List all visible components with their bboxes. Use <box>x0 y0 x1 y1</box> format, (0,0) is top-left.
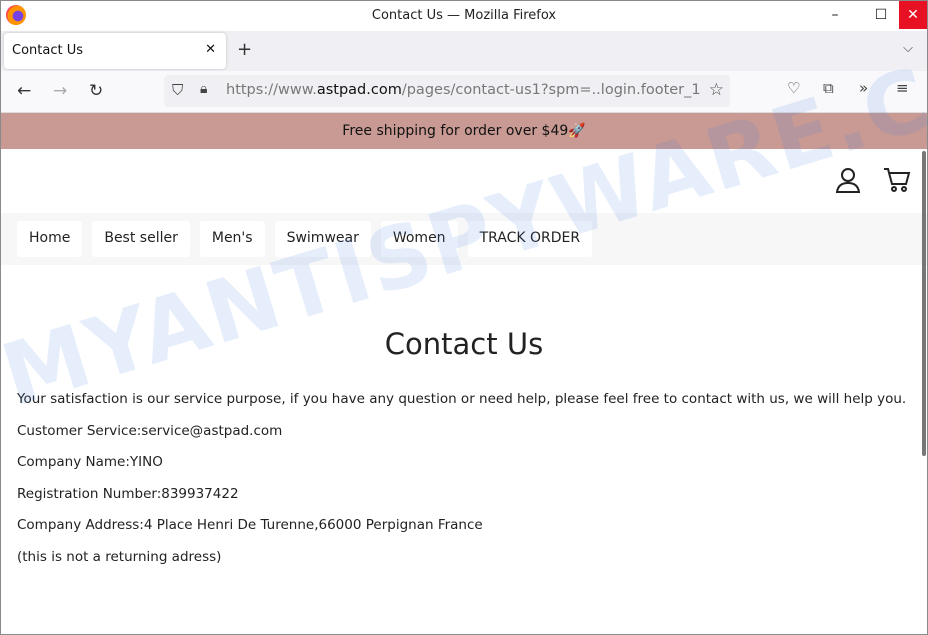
cart-icon[interactable] <box>883 167 911 199</box>
shipping-banner: Free shipping for order over $49🚀 <box>1 113 927 149</box>
menu-icon[interactable]: ≡ <box>896 79 909 97</box>
title-bar: Contact Us — Mozilla Firefox – ☐ ✕ <box>1 1 927 31</box>
extensions-icon[interactable]: ⧉ <box>823 79 834 97</box>
nav-bar: ← → ↻ ⛉ 🔒︎ https://www.astpad.com/pages/… <box>1 71 927 113</box>
menu-home[interactable]: Home <box>17 221 83 257</box>
close-window-button[interactable]: ✕ <box>899 1 927 29</box>
contact-content: Your satisfaction is our service purpose… <box>1 391 927 565</box>
address-note: (this is not a returning adress) <box>17 548 222 565</box>
company-name: Company Name:YINO <box>17 454 163 470</box>
maximize-button[interactable]: ☐ <box>865 1 897 29</box>
account-icon[interactable] <box>835 167 861 199</box>
menu-track-order[interactable]: TRACK ORDER <box>467 221 593 257</box>
menu-women[interactable]: Women <box>380 221 458 257</box>
tab-label: Contact Us <box>12 43 83 58</box>
overflow-icon[interactable]: » <box>859 79 868 97</box>
intro-text: Your satisfaction is our service purpose… <box>17 391 907 407</box>
menu-mens[interactable]: Men's <box>199 221 265 257</box>
menu-swimwear[interactable]: Swimwear <box>274 221 371 257</box>
customer-service: Customer Service:service@astpad.com <box>17 422 283 439</box>
back-icon[interactable]: ← <box>17 81 31 101</box>
company-address: Company Address:4 Place Henri De Turenne… <box>17 517 483 533</box>
reload-icon[interactable]: ↻ <box>89 81 103 101</box>
menu-best-seller[interactable]: Best seller <box>92 221 190 257</box>
page-title: Contact Us <box>384 327 544 361</box>
url-prefix: https://www. <box>226 82 317 98</box>
scrollbar[interactable] <box>922 151 926 456</box>
bookmark-star-icon[interactable]: ☆ <box>708 80 724 100</box>
registration-number: Registration Number:839937422 <box>17 485 239 502</box>
tab-bar: Contact Us ✕ + ⌵ <box>1 31 927 71</box>
url-domain: astpad.com <box>316 82 402 98</box>
url-bar[interactable]: ⛉ 🔒︎ https://www.astpad.com/pages/contac… <box>164 75 730 107</box>
url-suffix: /pages/contact-us1?spm=..login.footer_1 <box>401 82 701 98</box>
close-tab-icon[interactable]: ✕ <box>205 42 216 57</box>
main-menu: Home Best seller Men's Swimwear Women TR… <box>1 213 927 265</box>
window-title: Contact Us — Mozilla Firefox <box>371 8 557 23</box>
minimize-button[interactable]: – <box>819 1 851 29</box>
lock-icon[interactable]: 🔒︎ <box>200 81 207 97</box>
list-tabs-chevron-icon[interactable]: ⌵ <box>903 41 913 56</box>
pocket-icon[interactable]: ♡ <box>787 79 800 97</box>
site-header <box>1 149 927 213</box>
new-tab-button[interactable]: + <box>237 39 252 60</box>
tab-contact-us[interactable]: Contact Us ✕ <box>4 33 226 69</box>
shield-icon[interactable]: ⛉ <box>172 81 183 99</box>
forward-icon[interactable]: → <box>53 81 67 101</box>
